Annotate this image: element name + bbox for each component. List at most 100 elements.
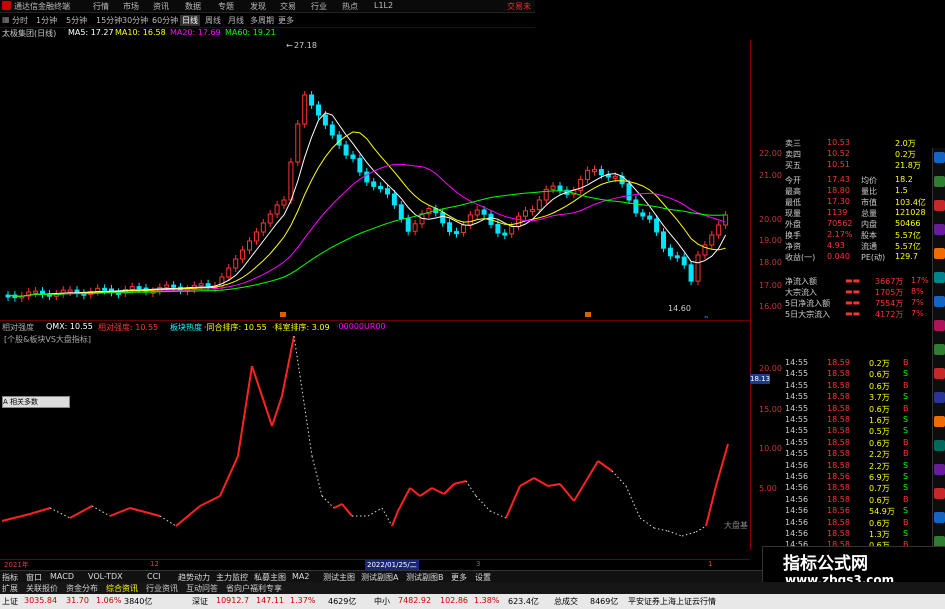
candle — [233, 258, 239, 269]
tick-price: 18.58 — [827, 460, 850, 470]
quote-value: 0.040 — [827, 252, 850, 261]
side-tool-icon[interactable] — [934, 512, 945, 523]
period-tab[interactable]: 月线 — [228, 15, 244, 26]
quote-label: 今开 — [785, 176, 801, 185]
info-tab[interactable]: 省向户福利专享 — [226, 583, 282, 594]
indicator-segment — [367, 507, 383, 517]
quote-label: 买五 — [785, 161, 801, 170]
related-params-button[interactable]: A 相关多数 — [2, 396, 70, 408]
period-tab-selected[interactable]: 日线 — [180, 15, 200, 26]
tick-row: 14:55 18.58 1.6万 S — [783, 415, 930, 426]
side-tool-icon[interactable] — [934, 368, 945, 379]
candle — [357, 157, 363, 173]
sh-amount: 3840亿 — [124, 597, 153, 606]
info-tab[interactable]: 资金分布 — [66, 583, 98, 594]
indicator-tab[interactable]: MA2 — [292, 572, 309, 581]
indicator-tab[interactable]: MACD — [50, 572, 74, 581]
period-tab[interactable]: 周线 — [205, 15, 221, 26]
period-tab[interactable]: 30分钟 — [122, 15, 148, 26]
side-tool-icon[interactable] — [934, 416, 945, 427]
trade-link[interactable]: 交易未 — [507, 1, 531, 12]
marker-label: 8 — [704, 315, 708, 318]
side-tool-icon[interactable] — [934, 464, 945, 475]
rank-value: ·科室排序: 3.09 — [272, 323, 330, 332]
indicator-segment — [625, 485, 641, 519]
axis-tick: 20.00 — [759, 215, 782, 224]
tick-price: 18.58 — [827, 483, 850, 493]
side-tool-icon[interactable] — [934, 320, 945, 331]
candle — [398, 204, 404, 220]
candle — [171, 284, 177, 288]
candle — [495, 223, 501, 234]
candle — [350, 154, 356, 159]
tick-side: B — [903, 358, 909, 367]
menu-item[interactable]: 行情 — [93, 1, 109, 12]
indicator-segment — [559, 483, 575, 502]
side-tool-icon[interactable] — [934, 488, 945, 499]
tick-side: S — [903, 392, 909, 402]
side-tool-icon[interactable] — [934, 248, 945, 259]
tick-price: 18.58 — [827, 392, 850, 402]
indicator-segment — [547, 483, 561, 487]
tick-volume: 6.9万 — [869, 473, 890, 482]
side-tool-icon[interactable] — [934, 224, 945, 235]
menu-item[interactable]: 发现 — [250, 1, 266, 12]
side-tool-icon[interactable] — [934, 344, 945, 355]
indicator-tab[interactable]: VOL-TDX — [88, 572, 123, 581]
info-tab[interactable]: 扩展 — [2, 583, 18, 594]
date-label: 2021年 — [4, 561, 29, 569]
menu-item[interactable]: 行业 — [311, 1, 327, 12]
ma10-label: MA10: 16.58 — [115, 28, 166, 37]
tick-side: S — [903, 529, 909, 538]
candle — [316, 104, 321, 116]
menu-item[interactable]: 交易 — [280, 1, 296, 12]
side-tool-icon[interactable] — [934, 296, 945, 307]
indicator-segment — [49, 507, 71, 519]
tick-price: 18.59 — [827, 358, 850, 367]
side-tool-icon[interactable] — [934, 200, 945, 211]
menu-item[interactable]: 热点 — [342, 1, 358, 12]
info-tab[interactable]: 互动问答 — [186, 583, 218, 594]
period-tab[interactable]: 更多 — [278, 15, 294, 26]
side-tool-icon[interactable] — [934, 152, 945, 163]
period-tab[interactable]: 1分钟 — [36, 15, 57, 26]
sz-value: 10912.7 — [216, 596, 250, 605]
candlestick-chart[interactable]: 27.18 ← 14.60 8 — [0, 40, 750, 318]
app-title: 通达信金融终端 — [14, 2, 70, 11]
menu-item[interactable]: 市场 — [123, 1, 139, 12]
menu-item[interactable]: L1L2 — [374, 1, 393, 10]
side-tool-icon[interactable] — [934, 440, 945, 451]
info-tab[interactable]: 综合资讯 — [106, 583, 138, 594]
quote-value2: 5.57亿 — [895, 242, 921, 251]
period-tab[interactable]: 分时 — [12, 15, 28, 26]
menu-item[interactable]: 资讯 — [153, 1, 169, 12]
info-tab[interactable]: 关联报价 — [26, 583, 58, 594]
candle — [385, 188, 390, 195]
period-toolbar: ▦ 分时 1分钟 5分钟 15分钟 30分钟 60分钟 日线 周线 月线 多周期… — [0, 14, 535, 28]
axis-tick: 16.00 — [759, 302, 782, 311]
quote-value: 4.93 — [827, 241, 845, 250]
indicator-chart[interactable]: 大盘基 — [0, 336, 750, 551]
grid-icon[interactable]: ▦ — [2, 15, 10, 24]
period-tab[interactable]: 多周期 — [250, 15, 274, 26]
menu-item[interactable]: 专题 — [218, 1, 234, 12]
watermark-title: 指标公式网 — [783, 554, 868, 574]
candle — [129, 286, 135, 291]
side-tool-icon[interactable] — [934, 392, 945, 403]
tick-time: 14:55 — [785, 392, 809, 402]
indicator-tab[interactable]: CCI — [147, 572, 161, 581]
tick-side: B — [903, 449, 909, 459]
tick-row: 14:56 18.58 2.2万 S — [783, 461, 930, 472]
quote-label2: PE(动) — [861, 253, 886, 262]
side-tool-icon[interactable] — [934, 272, 945, 283]
period-tab[interactable]: 60分钟 — [152, 15, 178, 26]
side-tool-icon[interactable] — [934, 176, 945, 187]
axis-tick: 20.00 — [759, 364, 782, 373]
candle — [302, 94, 308, 125]
period-tab[interactable]: 15分钟 — [96, 15, 122, 26]
quote-label2: 股本 — [861, 231, 877, 240]
indicator-name[interactable]: 相对强度 — [2, 322, 34, 333]
menu-item[interactable]: 数据 — [185, 1, 201, 12]
info-tab[interactable]: 行业资讯 — [146, 583, 178, 594]
period-tab[interactable]: 5分钟 — [66, 15, 87, 26]
